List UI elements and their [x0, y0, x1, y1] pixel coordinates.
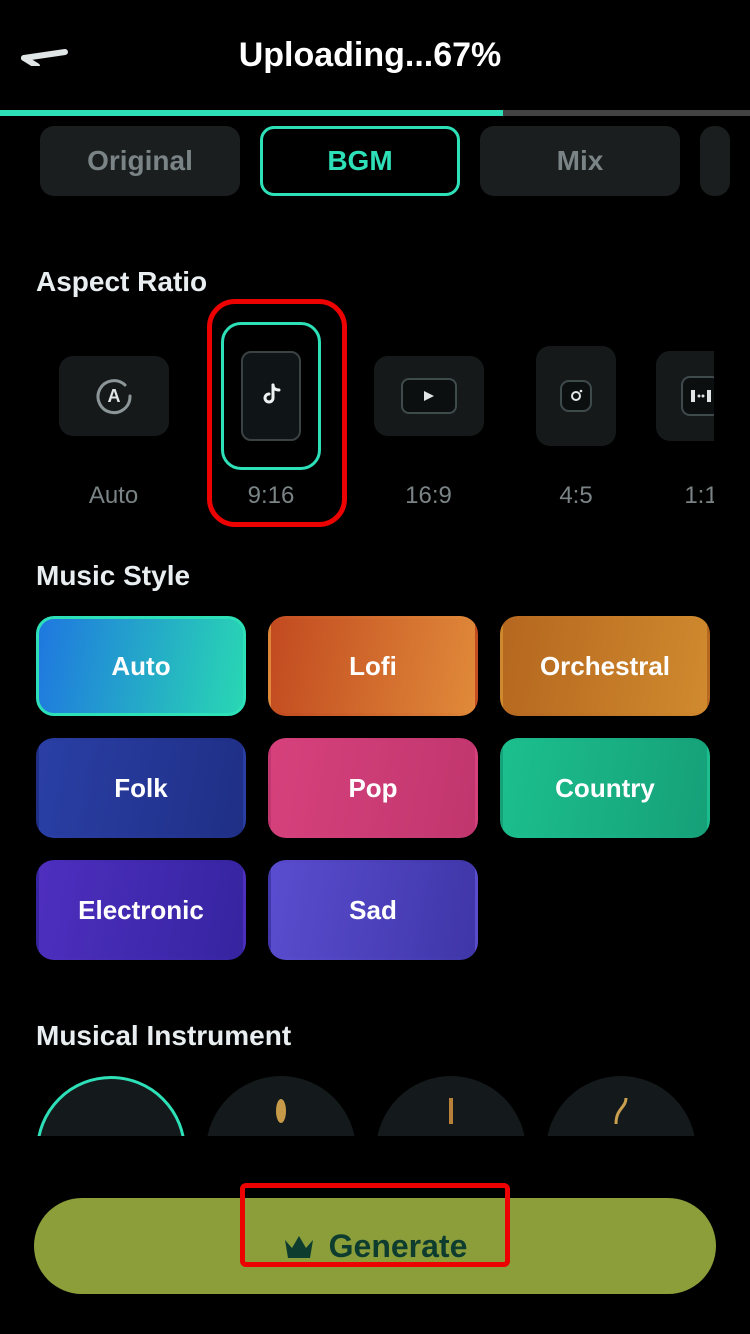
style-folk[interactable]: Folk [36, 738, 246, 838]
tab-original[interactable]: Original [40, 126, 240, 196]
instrument-section: Musical Instrument [0, 960, 750, 1136]
mode-tabs: Original BGM Mix [0, 116, 750, 206]
style-pop[interactable]: Pop [268, 738, 478, 838]
style-lofi-label: Lofi [349, 651, 397, 682]
generate-label: Generate [329, 1228, 468, 1265]
instrument-row [36, 1076, 714, 1136]
instrument-title: Musical Instrument [36, 1020, 714, 1052]
aspect-ratio-title: Aspect Ratio [36, 266, 714, 298]
music-style-grid: Auto Lofi Orchestral Folk Pop Country El… [36, 616, 714, 960]
ratio-16-9-label: 16:9 [405, 482, 452, 510]
style-sad[interactable]: Sad [268, 860, 478, 960]
style-sad-label: Sad [349, 895, 397, 926]
ratio-4-5[interactable]: 4:5 [516, 322, 636, 510]
upload-progress [0, 110, 750, 116]
instrument-item-1[interactable] [36, 1076, 186, 1136]
instrument-icon [272, 1096, 290, 1126]
style-auto-label: Auto [111, 651, 170, 682]
ratio-1-1-label: 1:1 [684, 482, 714, 510]
upload-progress-fill [0, 110, 503, 116]
style-pop-label: Pop [348, 773, 397, 804]
page-title: Uploading...67% [20, 36, 720, 75]
youtube-icon [420, 389, 438, 403]
ratio-9-16-label: 9:16 [248, 482, 295, 510]
tab-mix[interactable]: Mix [480, 126, 680, 196]
music-style-section: Music Style Auto Lofi Orchestral Folk Po… [0, 510, 750, 960]
header: Uploading...67% [0, 0, 750, 110]
ratio-9-16[interactable]: 9:16 [201, 322, 341, 510]
style-lofi[interactable]: Lofi [268, 616, 478, 716]
generate-button[interactable]: Generate [34, 1198, 716, 1294]
aspect-ratio-section: Aspect Ratio A Auto [0, 206, 750, 510]
style-electronic[interactable]: Electronic [36, 860, 246, 960]
tab-bgm[interactable]: BGM [260, 126, 460, 196]
ratio-16-9[interactable]: 16:9 [351, 322, 506, 510]
music-style-title: Music Style [36, 560, 714, 592]
tab-more[interactable] [700, 126, 730, 196]
ratio-auto[interactable]: A Auto [36, 322, 191, 510]
style-folk-label: Folk [114, 773, 167, 804]
instrument-item-3[interactable] [376, 1076, 526, 1136]
crown-icon [283, 1232, 315, 1260]
instrument-item-4[interactable] [546, 1076, 696, 1136]
instrument-item-2[interactable] [206, 1076, 356, 1136]
ratio-4-5-label: 4:5 [559, 482, 592, 510]
square-ratio-icon [690, 389, 712, 403]
auto-icon: A [90, 372, 138, 420]
style-country[interactable]: Country [500, 738, 710, 838]
ratio-1-1[interactable]: 1:1 [646, 322, 714, 510]
style-orchestral[interactable]: Orchestral [500, 616, 710, 716]
style-orchestral-label: Orchestral [540, 651, 670, 682]
instagram-icon [568, 388, 584, 404]
instrument-icon [612, 1096, 630, 1126]
style-auto[interactable]: Auto [36, 616, 246, 716]
instrument-icon [444, 1096, 458, 1126]
ratio-auto-label: Auto [89, 482, 138, 510]
svg-text:A: A [107, 386, 120, 406]
style-country-label: Country [555, 773, 655, 804]
style-electronic-label: Electronic [78, 895, 204, 926]
tiktok-icon [260, 383, 282, 409]
aspect-ratio-row: A Auto 9:16 [36, 322, 714, 510]
